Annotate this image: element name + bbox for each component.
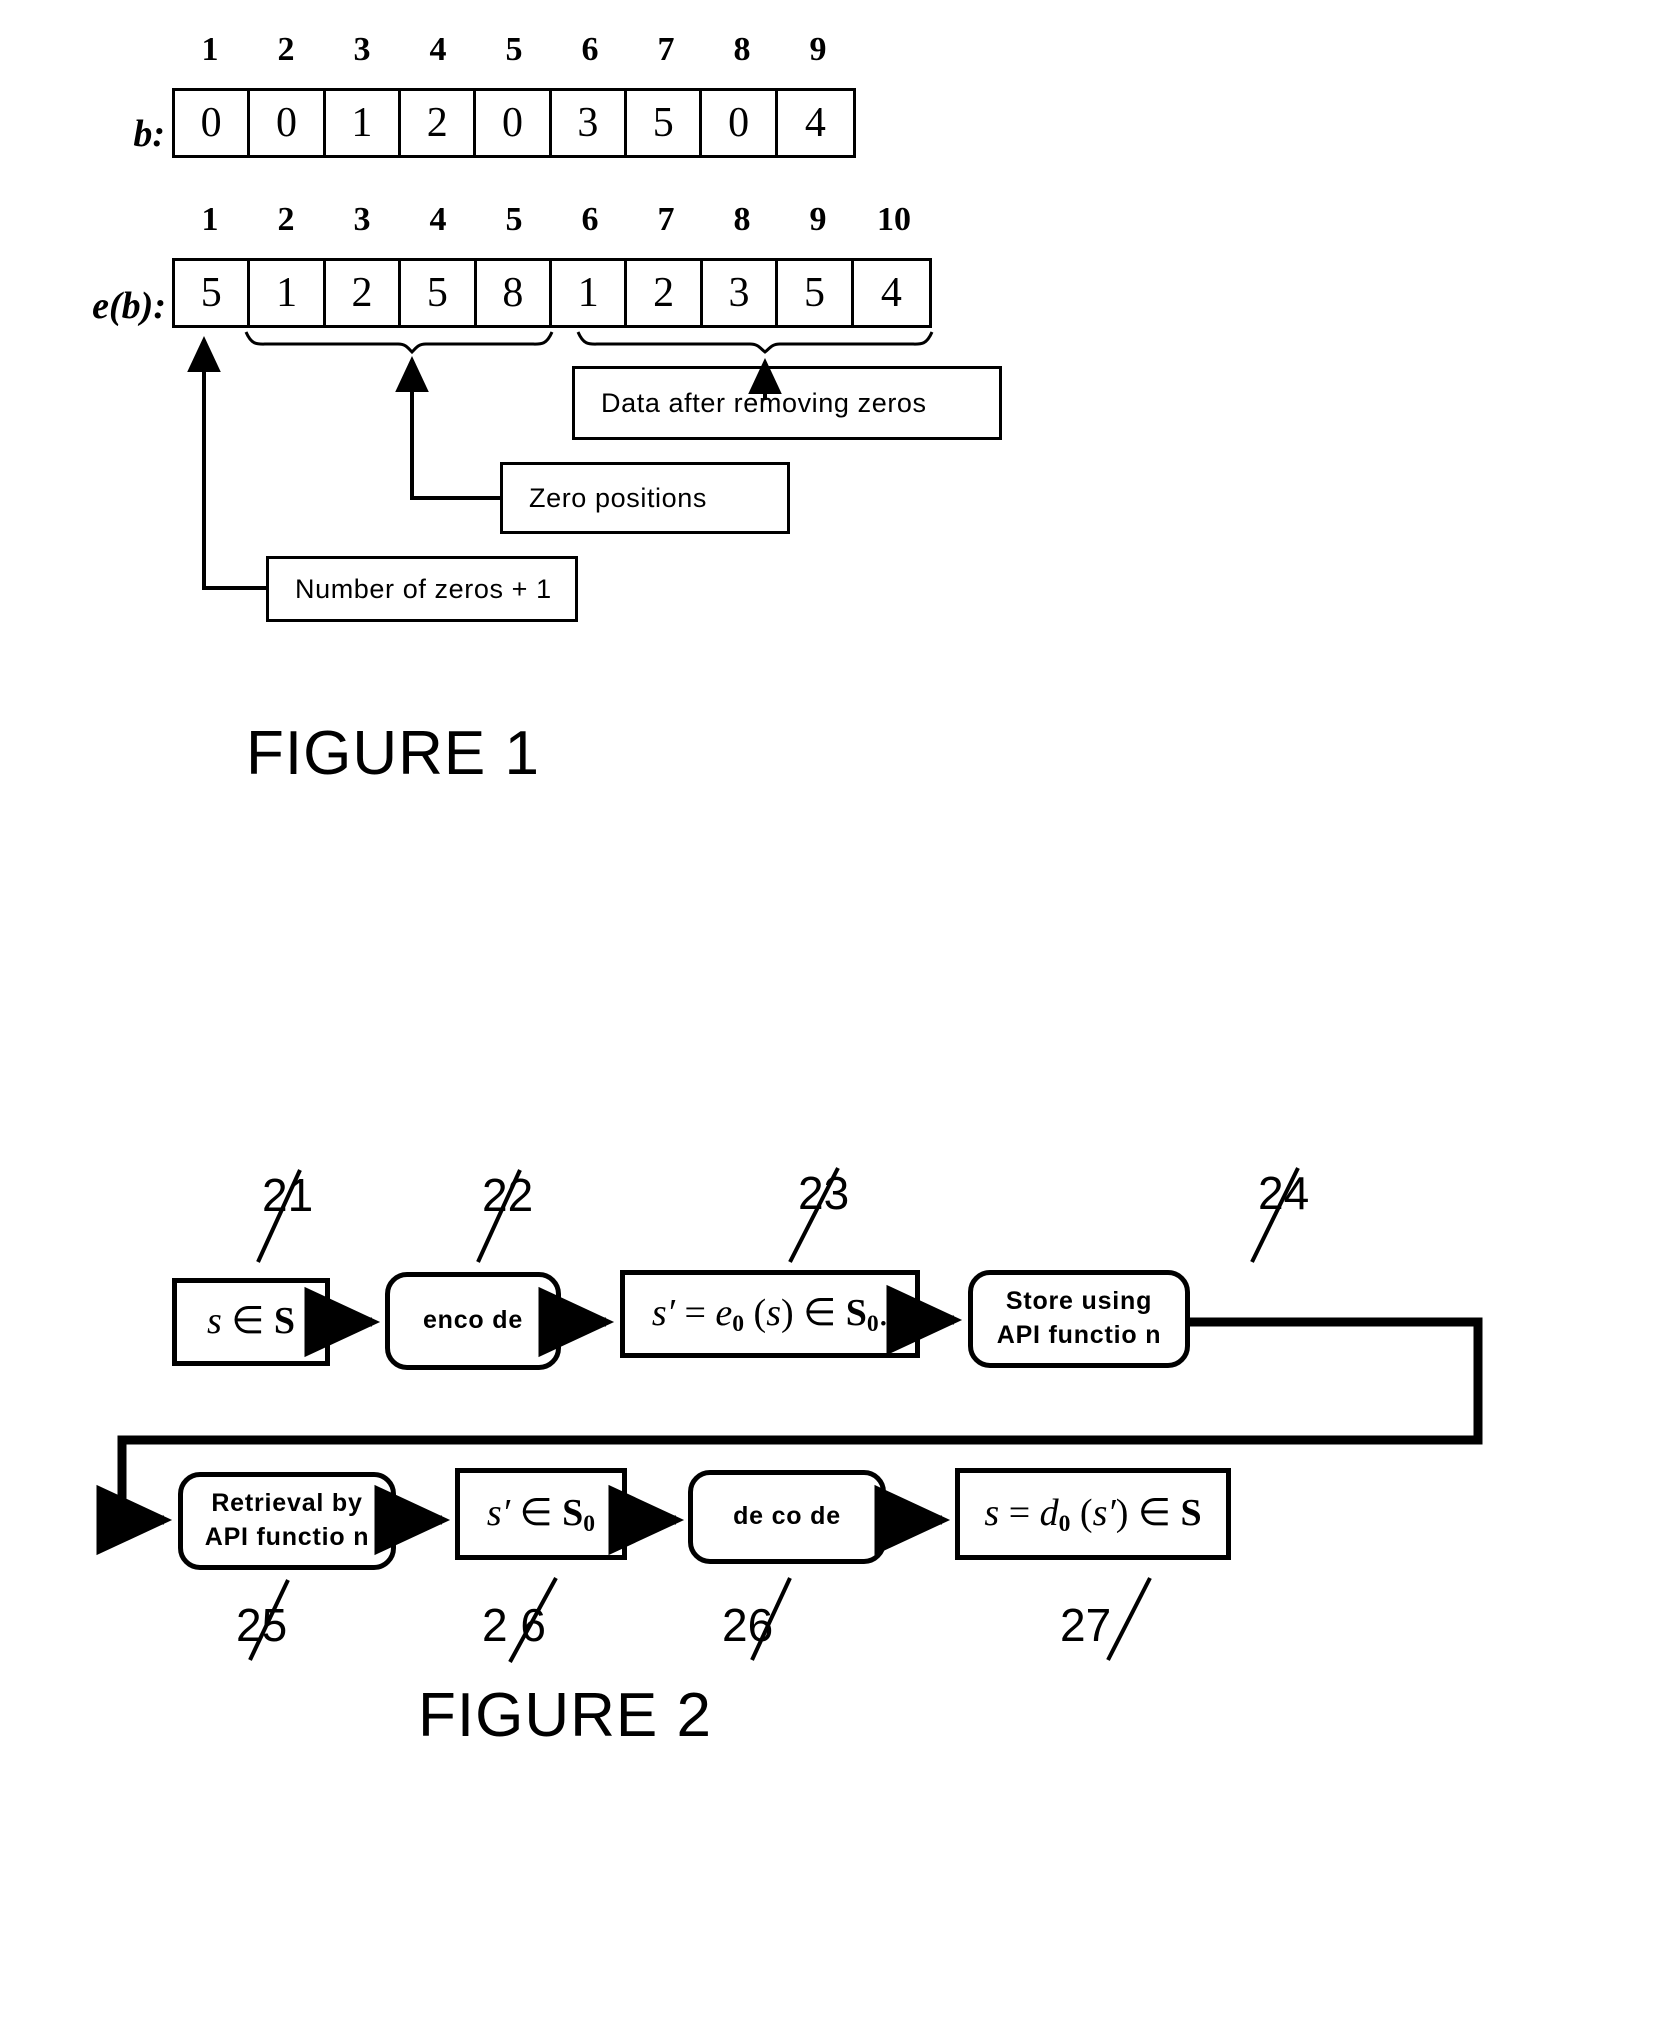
array-cell: 3 <box>702 261 779 325</box>
index-label: 1 <box>201 31 219 68</box>
array-b-label: b: <box>133 113 165 155</box>
index-label: 3 <box>353 31 371 68</box>
ref-numeral-22: 22 <box>482 1169 534 1221</box>
ref-numeral-27: 27 <box>1060 1599 1112 1651</box>
figure-2-caption: FIGURE 2 <box>418 1681 712 1750</box>
index-label: 6 <box>581 31 599 68</box>
ref-numeral-26: 26 <box>722 1599 774 1651</box>
array-cell: 2 <box>401 91 477 155</box>
array-cell: 4 <box>853 261 930 325</box>
array-cell: 8 <box>476 261 553 325</box>
index-label: 2 <box>277 201 295 238</box>
index-label: 4 <box>429 201 447 238</box>
array-cell: 1 <box>250 261 326 325</box>
ref-numeral-24: 24 <box>1258 1167 1310 1219</box>
array-eb-cells: 5125812354 <box>172 258 932 328</box>
array-cell: 5 <box>401 261 477 325</box>
array-cell: 3 <box>551 91 628 155</box>
array-eb-index-row: 1 2 3 4 5 6 7 8 9 10 <box>172 200 932 240</box>
index-label: 1 <box>201 201 219 238</box>
array-cell: 0 <box>250 91 326 155</box>
index-label: 2 <box>277 31 295 68</box>
index-label: 10 <box>877 201 911 238</box>
index-label: 3 <box>353 201 371 238</box>
array-cell: 5 <box>627 91 703 155</box>
array-cell: 5 <box>778 261 854 325</box>
array-b-cells: 001203504 <box>172 88 856 158</box>
array-cell: 2 <box>627 261 703 325</box>
array-eb-label: e(b): <box>92 285 166 327</box>
node-retrieval-by-api-function: Retrieval by API functio n <box>178 1472 396 1570</box>
callout-zero-positions: Zero positions <box>500 462 790 534</box>
array-cell: 1 <box>325 91 402 155</box>
index-label: 5 <box>505 31 523 68</box>
node-store-using-api-function: Store using API functio n <box>968 1270 1190 1368</box>
index-label: 7 <box>657 201 675 238</box>
node-encoded-data: s′ = e0 (s) ∈ S0. <box>620 1270 920 1358</box>
array-cell: 4 <box>777 91 854 155</box>
array-cell: 0 <box>175 91 251 155</box>
figure-1: b: 123456789 001203504 e(b): 1 2 3 4 5 6 7 8 9 10… <box>0 0 1678 1000</box>
ref-numeral-2-6: 2 6 <box>482 1599 546 1651</box>
ref-numeral-25: 25 <box>236 1599 288 1651</box>
figure-2: 21 22 23 24 s ∈ S enco de s′ = e0 (s) ∈ … <box>0 1167 1678 2032</box>
array-cell: 2 <box>325 261 402 325</box>
node-decode: de co de <box>688 1470 886 1564</box>
array-cell: 1 <box>552 261 628 325</box>
array-cell: 5 <box>175 261 251 325</box>
callout-data-after-removing-zeros: Data after removing zeros <box>572 366 1002 440</box>
node-encode: enco de <box>385 1272 561 1370</box>
ref-numeral-21: 21 <box>262 1169 314 1221</box>
patent-figure-page: b: 123456789 001203504 e(b): 1 2 3 4 5 6 7 8 9 10… <box>0 0 1678 2032</box>
array-cell: 0 <box>476 91 552 155</box>
node-decoded-data: s = d0 (s′) ∈ S <box>955 1468 1231 1560</box>
index-label: 8 <box>733 201 751 238</box>
index-label: 9 <box>809 201 827 238</box>
index-label: 5 <box>505 201 523 238</box>
index-label: 6 <box>581 201 599 238</box>
ref-numeral-23: 23 <box>798 1167 850 1219</box>
node-source-data: s ∈ S <box>172 1278 330 1366</box>
figure-1-caption: FIGURE 1 <box>246 719 540 788</box>
index-label: 9 <box>809 31 827 68</box>
node-retrieved-data: s′ ∈ S0 <box>455 1468 627 1560</box>
array-cell: 0 <box>702 91 778 155</box>
index-label: 7 <box>657 31 675 68</box>
callout-number-of-zeros-plus-one: Number of zeros + 1 <box>266 556 578 622</box>
index-label: 8 <box>733 31 751 68</box>
array-b-index-row: 1 2 3 4 5 6 7 8 9 <box>172 30 856 70</box>
index-label: 4 <box>429 31 447 68</box>
